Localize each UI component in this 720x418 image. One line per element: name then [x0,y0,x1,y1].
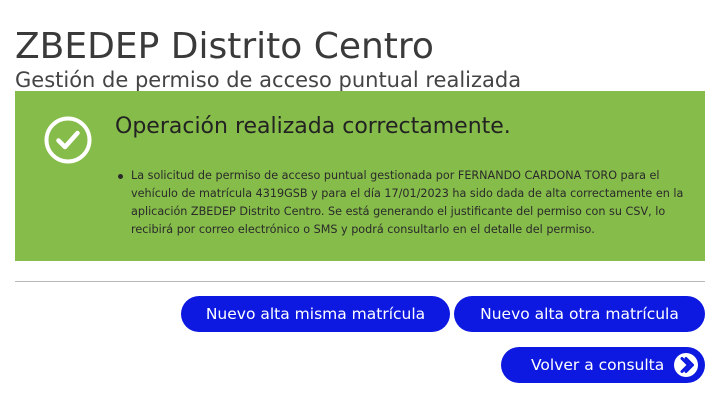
bullet-icon [118,174,123,179]
alert-message: La solicitud de permiso de acceso puntua… [118,167,691,239]
alert-heading: Operación realizada correctamente. [115,114,511,139]
page: ZBEDEP Distrito Centro Gestión de permis… [0,0,720,418]
back-to-query-button[interactable]: Volver a consulta [501,347,705,383]
divider [15,281,705,282]
chevron-right-circle-icon [674,353,698,377]
page-title: ZBEDEP Distrito Centro [15,26,434,67]
check-circle-icon [44,116,92,164]
page-subtitle: Gestión de permiso de acceso puntual rea… [15,68,522,92]
new-same-plate-button[interactable]: Nuevo alta misma matrícula [181,296,450,332]
alert-message-list: La solicitud de permiso de acceso puntua… [118,167,691,239]
back-to-query-label: Volver a consulta [531,356,665,374]
alert-message-text: La solicitud de permiso de acceso puntua… [131,169,684,236]
new-other-plate-button[interactable]: Nuevo alta otra matrícula [454,296,705,332]
success-alert: Operación realizada correctamente. La so… [15,91,705,261]
